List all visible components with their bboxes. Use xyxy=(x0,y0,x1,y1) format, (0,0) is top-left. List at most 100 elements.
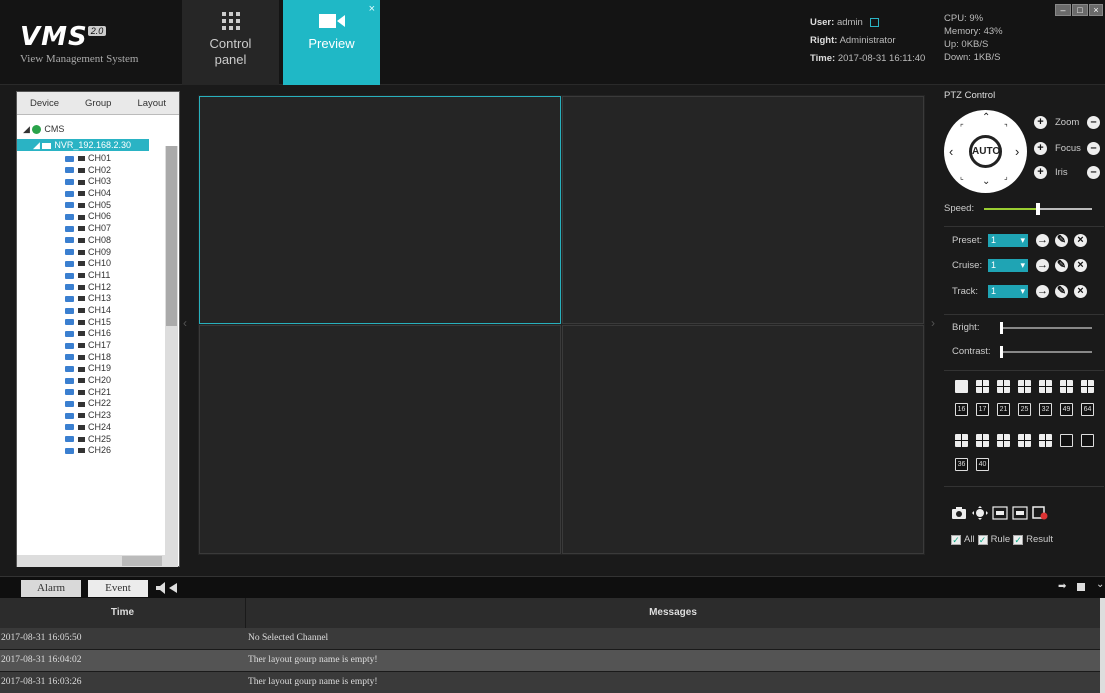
tree-horizontal-scroll-thumb[interactable] xyxy=(122,556,162,566)
track-start-button[interactable]: → xyxy=(1036,285,1049,298)
layout-grid-button[interactable] xyxy=(1018,380,1031,393)
up-left-arrow-icon[interactable]: ⌜ xyxy=(960,123,964,132)
left-arrow-icon[interactable]: ‹ xyxy=(949,144,953,159)
right-arrow-icon[interactable]: › xyxy=(1015,144,1019,159)
tab-control-panel[interactable]: Control panel xyxy=(182,0,279,85)
tree-node-channel[interactable]: CH10 xyxy=(17,258,179,270)
tree-node-channel[interactable]: CH21 xyxy=(17,387,179,399)
tree-node-channel[interactable]: CH05 xyxy=(17,200,179,212)
layout-grid-button[interactable] xyxy=(955,434,968,447)
down-arrow-icon[interactable]: ⌄ xyxy=(982,176,990,187)
tree-node-channel[interactable]: CH20 xyxy=(17,375,179,387)
video-cell-4[interactable] xyxy=(562,325,924,554)
utc-icon[interactable] xyxy=(992,506,1008,520)
speaker-mute-icon[interactable] xyxy=(156,582,178,594)
video-cell-2[interactable] xyxy=(562,96,924,324)
table-row[interactable]: 2017-08-31 16:03:26 Ther layout gourp na… xyxy=(0,672,1100,693)
speed-slider-knob[interactable] xyxy=(1036,203,1040,215)
layout-custom-button[interactable] xyxy=(1081,434,1094,447)
layout-grid-button[interactable] xyxy=(997,434,1010,447)
column-header-messages[interactable]: Messages xyxy=(246,598,1100,628)
layout-grid-button[interactable] xyxy=(1039,380,1052,393)
tree-node-channel[interactable]: CH22 xyxy=(17,398,179,410)
tab-device[interactable]: Device xyxy=(30,98,59,109)
tree-node-channel[interactable]: CH25 xyxy=(17,434,179,446)
tree-horizontal-scrollbar[interactable] xyxy=(17,555,165,567)
expand-icon[interactable]: ◢ xyxy=(23,124,32,134)
tree-node-channel[interactable]: CH15 xyxy=(17,317,179,329)
focus-in-button[interactable]: + xyxy=(1034,142,1047,155)
restore-icon[interactable] xyxy=(1077,583,1085,591)
pin-icon[interactable]: ➡ xyxy=(1058,581,1066,592)
track-edit-button[interactable]: ✎ xyxy=(1055,285,1068,298)
table-row[interactable]: 2017-08-31 16:04:02 Ther layout gourp na… xyxy=(0,650,1100,671)
maximize-button[interactable]: □ xyxy=(1072,4,1088,16)
layout-grid-button[interactable] xyxy=(976,380,989,393)
tree-node-channel[interactable]: CH24 xyxy=(17,422,179,434)
tab-preview[interactable]: × Preview xyxy=(283,0,380,85)
preset-goto-button[interactable]: → xyxy=(1036,234,1049,247)
layout-grid-button[interactable] xyxy=(1081,380,1094,393)
layout-36-button[interactable]: 36 xyxy=(955,458,968,471)
layout-32-button[interactable]: 32 xyxy=(1039,403,1052,416)
down-left-arrow-icon[interactable]: ⌞ xyxy=(960,172,964,181)
layout-1-button[interactable] xyxy=(955,380,968,393)
track-select[interactable]: 1 xyxy=(988,285,1028,298)
tree-node-channel[interactable]: CH04 xyxy=(17,188,179,200)
collapse-right-arrow-icon[interactable]: › xyxy=(931,316,935,330)
expand-icon[interactable]: ◢ xyxy=(33,140,42,150)
contrast-slider[interactable] xyxy=(1000,345,1092,358)
checkbox-result[interactable]: ✓ xyxy=(1013,534,1024,545)
down-right-arrow-icon[interactable]: ⌟ xyxy=(1004,172,1008,181)
tree-node-channel[interactable]: CH12 xyxy=(17,282,179,294)
tree-node-channel[interactable]: CH03 xyxy=(17,176,179,188)
cruise-delete-button[interactable]: × xyxy=(1074,259,1087,272)
tree-node-channel[interactable]: CH11 xyxy=(17,270,179,282)
tree-node-channel[interactable]: CH02 xyxy=(17,165,179,177)
up-right-arrow-icon[interactable]: ⌝ xyxy=(1004,123,1008,132)
cruise-select[interactable]: 1 xyxy=(988,259,1028,272)
layout-17-button[interactable]: 17 xyxy=(976,403,989,416)
ptz-direction-pad[interactable]: ⌃ ⌄ ‹ › ⌜ ⌝ ⌞ ⌟ AUTO xyxy=(944,110,1027,193)
collapse-left-arrow-icon[interactable]: ‹ xyxy=(183,316,187,330)
layout-grid-button[interactable] xyxy=(997,380,1010,393)
column-header-time[interactable]: Time xyxy=(0,598,245,628)
cruise-start-button[interactable]: → xyxy=(1036,259,1049,272)
tree-node-channel[interactable]: CH19 xyxy=(17,363,179,375)
contrast-slider-knob[interactable] xyxy=(1000,345,1003,358)
layout-40-button[interactable]: 40 xyxy=(976,458,989,471)
tree-node-channel[interactable]: CH07 xyxy=(17,223,179,235)
checkbox-rule[interactable]: ✓ xyxy=(977,534,988,545)
layout-custom-button[interactable] xyxy=(1060,434,1073,447)
tree-node-channel[interactable]: CH09 xyxy=(17,247,179,259)
camera-snapshot-icon[interactable] xyxy=(951,506,967,520)
layout-49-button[interactable]: 49 xyxy=(1060,403,1073,416)
ptz-move-icon[interactable] xyxy=(972,506,988,520)
tree-node-channel[interactable]: CH01 xyxy=(17,153,179,165)
layout-grid-button[interactable] xyxy=(1060,380,1073,393)
checkbox-all[interactable]: ✓ xyxy=(951,534,961,545)
bright-slider[interactable] xyxy=(1000,321,1092,334)
close-icon[interactable]: × xyxy=(369,3,375,15)
3d-icon[interactable] xyxy=(1012,506,1028,520)
focus-out-button[interactable]: – xyxy=(1087,142,1100,155)
video-cell-3[interactable] xyxy=(199,325,561,554)
tab-event[interactable]: Event xyxy=(88,580,148,597)
layout-grid-button[interactable] xyxy=(976,434,989,447)
logout-icon[interactable] xyxy=(870,17,880,27)
speed-slider[interactable] xyxy=(984,203,1092,215)
layout-25-button[interactable]: 25 xyxy=(1018,403,1031,416)
collapse-icon[interactable]: ⌄ xyxy=(1096,579,1104,590)
tree-vertical-scrollbar[interactable] xyxy=(165,146,178,567)
tree-node-channel[interactable]: CH08 xyxy=(17,235,179,247)
layout-16-button[interactable]: 16 xyxy=(955,403,968,416)
tree-node-channel[interactable]: CH06 xyxy=(17,211,179,223)
iris-open-button[interactable]: + xyxy=(1034,166,1047,179)
tree-node-cms[interactable]: ◢ CMS xyxy=(17,123,179,135)
tab-alarm[interactable]: Alarm xyxy=(21,580,81,597)
zoom-out-button[interactable]: – xyxy=(1087,116,1100,129)
close-button[interactable]: × xyxy=(1089,4,1103,16)
preset-edit-button[interactable]: ✎ xyxy=(1055,234,1068,247)
minimize-button[interactable]: – xyxy=(1055,4,1071,16)
tree-node-channel[interactable]: CH14 xyxy=(17,305,179,317)
